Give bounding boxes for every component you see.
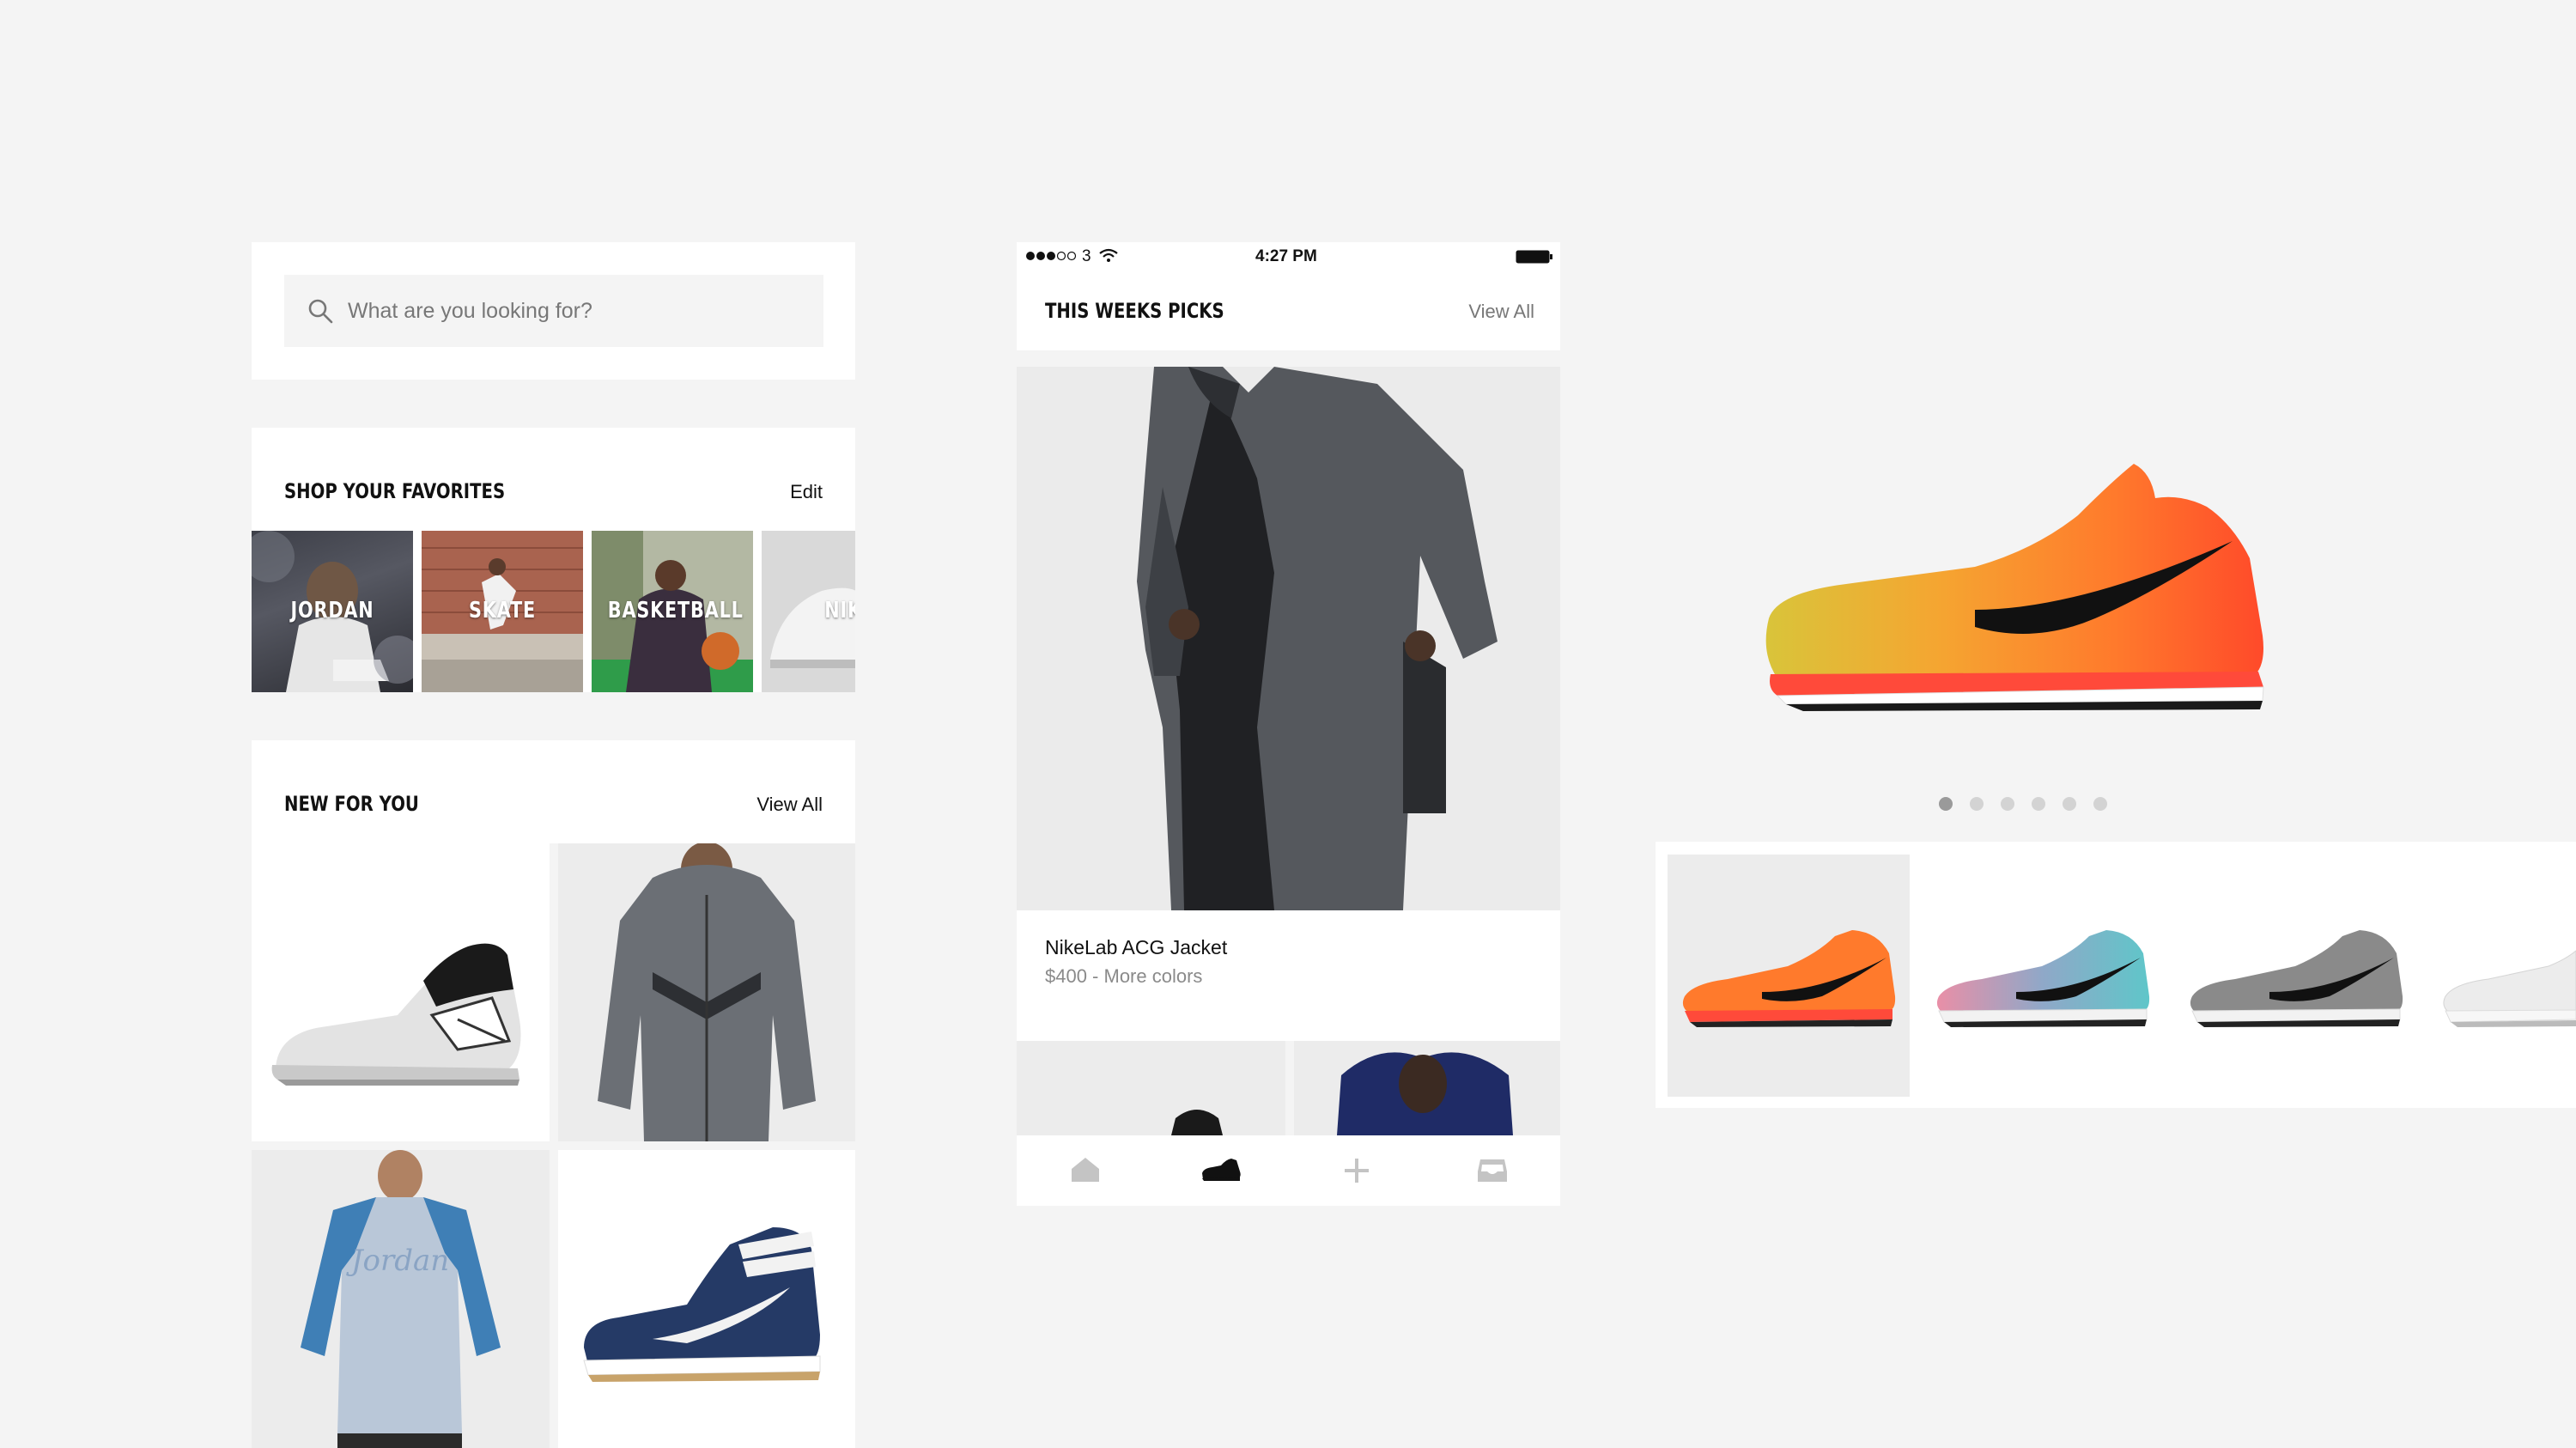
svg-text:Jordan: Jordan [346,1244,449,1278]
colorway-thumb-grey[interactable] [2175,855,2417,1097]
search-icon [308,299,333,324]
favorite-tile-nike[interactable]: NIKE [762,531,855,692]
tech-fleece-image [558,843,855,1141]
picks-view-all-link[interactable]: View All [1468,301,1534,323]
favorite-tile-label: SKATE [469,598,536,624]
favorite-tile-skate[interactable]: SKATE [422,531,583,692]
new-for-you-view-all-link[interactable]: View All [756,794,823,816]
new-for-you-title: NEW FOR YOU [284,792,419,816]
colorway-thumb-multicolor[interactable] [1922,855,2164,1097]
favorite-tile-label: BASKETBALL [607,598,744,624]
favorite-tile-label: NIKE [824,598,855,624]
product-tile-sneaker-white[interactable] [252,843,550,1141]
picks-title: THIS WEEKS PICKS [1045,299,1224,323]
product-tile-tech-fleece[interactable] [558,843,855,1141]
carrier-label: 3 [1082,247,1091,265]
home-icon [1072,1158,1099,1182]
battery-icon [1516,250,1552,264]
favorite-tile-label: JORDAN [290,598,374,624]
multicolor-flyknit-image [1936,930,2150,1027]
hero-shoe-image [1765,464,2264,711]
favorites-title: SHOP YOUR FAVORITES [284,479,506,503]
tab-home[interactable] [1070,1156,1101,1183]
wifi-icon [1099,248,1118,262]
new-for-you-card: NEW FOR YOU View All Jordan [252,740,855,1448]
jacket-model-photo [1017,367,1560,910]
featured-product-image[interactable] [1017,367,1560,910]
tab-inbox[interactable] [1477,1158,1508,1183]
search-input[interactable]: What are you looking for? [284,275,823,347]
favorite-tile-basketball[interactable]: BASKETBALL [592,531,753,692]
carousel-dot-5[interactable] [2063,797,2076,811]
featured-product-price: $400 - More colors [1045,965,1203,987]
new-for-you-header: NEW FOR YOU View All [252,740,855,843]
tab-add[interactable] [1344,1158,1370,1183]
jordan-raglan-image: Jordan [252,1150,550,1448]
grey-flyknit-image [2190,930,2403,1027]
favorites-edit-button[interactable]: Edit [790,481,823,503]
orange-flyknit-image [1682,930,1896,1027]
product-tile-jordan-raglan[interactable]: Jordan [252,1150,550,1448]
pick-tile-bag[interactable] [1017,1041,1285,1135]
featured-product-name: NikeLab ACG Jacket [1045,936,1228,958]
product-tile-air-force-1[interactable] [558,1150,855,1448]
carousel-dot-2[interactable] [1970,797,1984,811]
air-force-1-image [583,1227,821,1382]
inbox-icon [1478,1159,1507,1182]
featured-product-info[interactable]: NikeLab ACG Jacket $400 - More colors [1017,910,1560,1041]
tab-bar [1017,1135,1560,1206]
shoe-icon [1202,1159,1241,1181]
search-placeholder: What are you looking for? [348,299,592,323]
pick-tile-hoodie[interactable] [1294,1041,1560,1135]
favorites-card: SHOP YOUR FAVORITES Edit JORDAN SKATE BA… [252,428,855,692]
carousel-dot-3[interactable] [2001,797,2014,811]
white-sneaker-image [271,943,521,1086]
search-card: What are you looking for? [252,242,855,380]
picks-header: THIS WEEKS PICKS View All [1017,268,1560,350]
white-flyknit-image [2443,950,2576,1027]
status-time: 4:27 PM [1255,247,1317,265]
tab-shop[interactable] [1200,1158,1243,1182]
carousel-dots [1939,797,2111,814]
phone-screen: 3 4:27 PM THIS WEEKS PICKS View All Nike… [1017,242,1560,1206]
carousel-dot-1[interactable] [1939,797,1953,811]
status-bar: 3 4:27 PM [1017,242,1560,268]
favorite-tile-jordan[interactable]: JORDAN [252,531,413,692]
bag-image [1171,1110,1223,1135]
carousel-dot-6[interactable] [2093,797,2107,811]
plus-icon [1345,1159,1369,1183]
carousel-dot-4[interactable] [2032,797,2045,811]
signal-strength-icon [1026,251,1077,261]
hoodie-image [1337,1052,1513,1135]
colorway-thumb-orange[interactable] [1668,855,1910,1097]
colorway-thumb-white[interactable] [2428,855,2576,1097]
